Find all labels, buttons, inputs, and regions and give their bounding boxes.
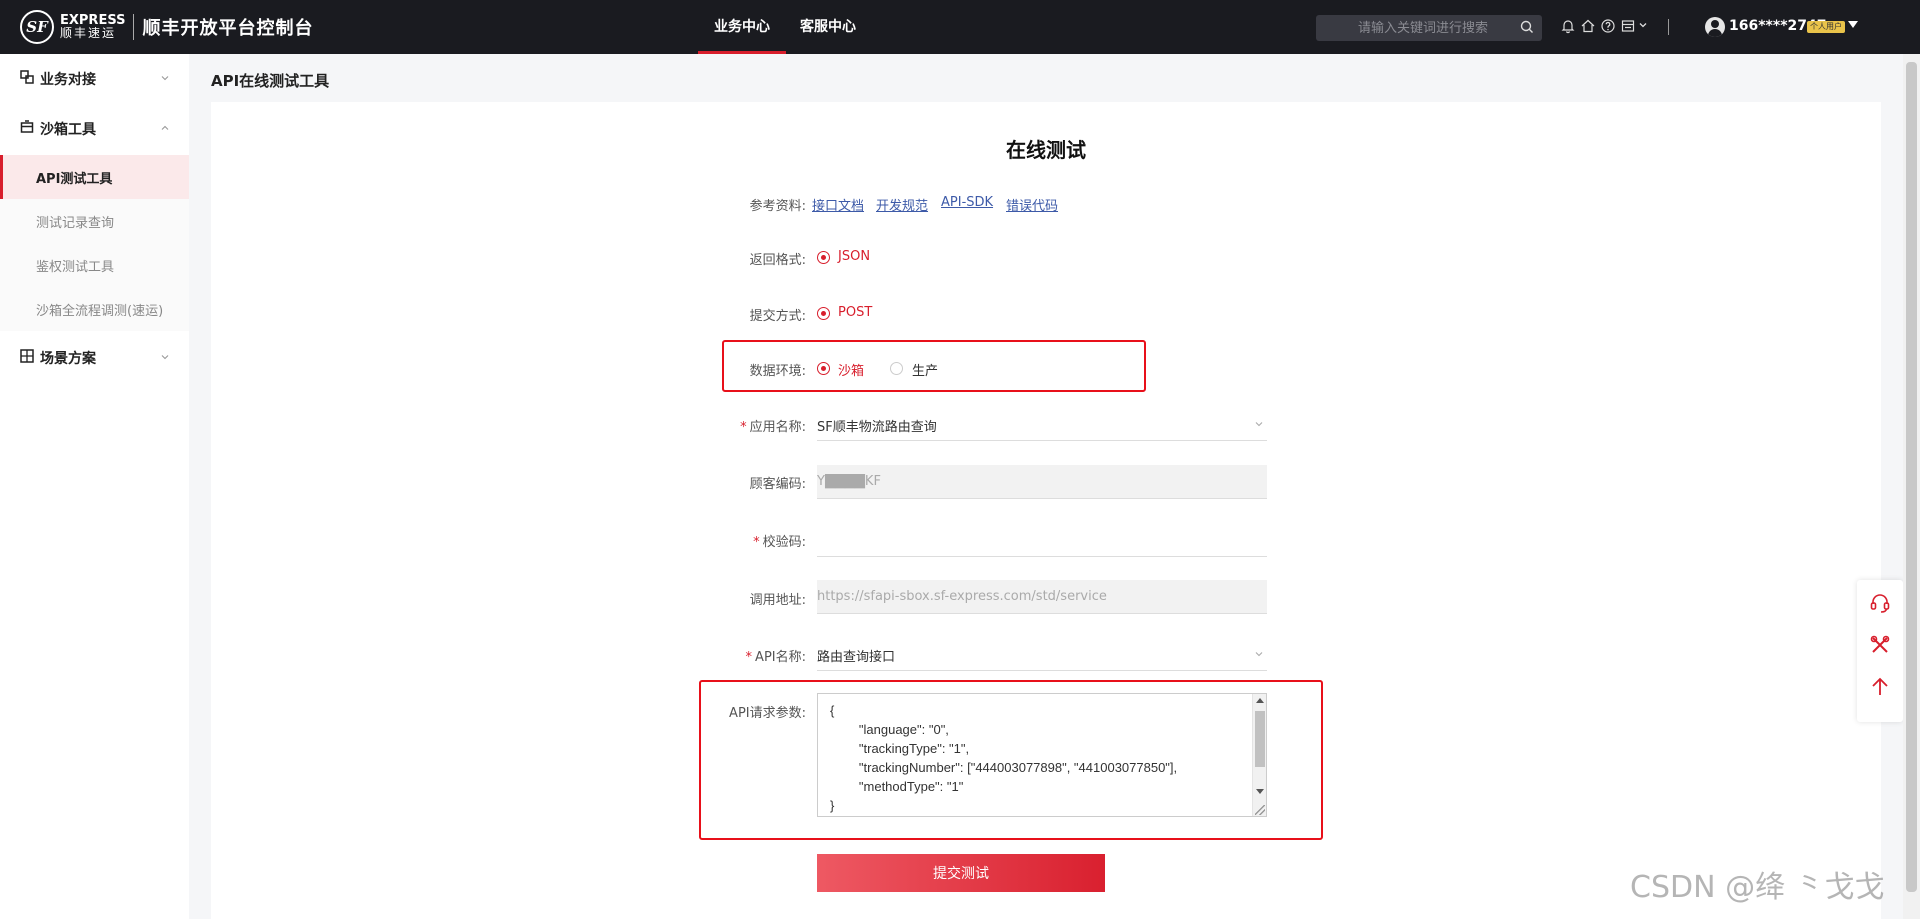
floating-toolbar bbox=[1857, 580, 1903, 722]
textarea-scroll-thumb[interactable] bbox=[1255, 711, 1265, 767]
app-name-label-text: 应用名称: bbox=[749, 420, 806, 435]
puzzle-icon bbox=[20, 349, 34, 363]
scroll-down-arrow-icon[interactable] bbox=[1256, 789, 1264, 794]
sidebar-group-label: 沙箱工具 bbox=[40, 122, 96, 138]
check-word-field[interactable] bbox=[817, 523, 1267, 557]
logo-cn: 顺丰速运 bbox=[60, 26, 117, 40]
radio-json-label: JSON bbox=[838, 249, 871, 264]
sidebar-group-sandbox[interactable]: 沙箱工具 bbox=[0, 104, 189, 154]
api-params-content: { "language": "0", "trackingType": "1", … bbox=[830, 703, 1178, 813]
chevron-down-icon bbox=[161, 355, 169, 360]
sidebar-group-scenarios[interactable]: 场景方案 bbox=[0, 333, 189, 383]
scroll-up-arrow-icon[interactable] bbox=[1256, 698, 1264, 703]
api-params-textarea[interactable]: { "language": "0", "trackingType": "1", … bbox=[817, 693, 1267, 817]
return-format-label: 返回格式: bbox=[749, 253, 806, 268]
radio-production[interactable] bbox=[890, 362, 903, 375]
sidebar-group-label: 业务对接 bbox=[40, 72, 96, 88]
header-divider bbox=[1668, 19, 1669, 35]
sidebar-item-label: 沙箱全流程调测(速运) bbox=[36, 304, 164, 319]
sidebar-item-auth-test[interactable]: 鉴权测试工具 bbox=[0, 243, 189, 287]
radio-sandbox-label: 沙箱 bbox=[838, 364, 865, 379]
sf-logo-mark: SF bbox=[20, 10, 54, 44]
link-api-sdk[interactable]: API-SDK bbox=[941, 195, 993, 210]
chevron-down-icon bbox=[161, 76, 169, 81]
api-name-select[interactable]: 路由查询接口 bbox=[817, 638, 1267, 671]
sidebar-item-api-test-tool[interactable]: API测试工具 bbox=[0, 155, 189, 199]
app-name-select[interactable]: SF顺丰物流路由查询 bbox=[817, 408, 1267, 441]
sidebar-item-test-records[interactable]: 测试记录查询 bbox=[0, 199, 189, 243]
required-mark: * bbox=[740, 420, 747, 435]
chevron-down-icon bbox=[1255, 652, 1263, 657]
search-input[interactable] bbox=[1316, 15, 1516, 41]
user-type-badge: 个人用户 bbox=[1807, 21, 1845, 33]
api-params-label: API请求参数: bbox=[729, 706, 806, 721]
user-menu-caret-icon[interactable] bbox=[1848, 21, 1858, 28]
required-mark: * bbox=[745, 650, 753, 665]
tab-business-center[interactable]: 业务中心 bbox=[698, 0, 786, 54]
sidebar: 业务对接 沙箱工具 API测试工具 测试记录查询 鉴权测试工具 沙箱全流程调测(… bbox=[0, 54, 189, 919]
sidebar-item-label: API测试工具 bbox=[36, 172, 113, 187]
call-url-field[interactable] bbox=[817, 580, 1267, 614]
sidebar-item-label: 鉴权测试工具 bbox=[36, 260, 115, 275]
link-blocks-icon bbox=[20, 70, 34, 84]
home-icon[interactable] bbox=[1580, 18, 1596, 34]
submit-method-label: 提交方式: bbox=[749, 309, 806, 324]
required-mark: * bbox=[753, 535, 760, 550]
logo-divider bbox=[133, 14, 135, 40]
radio-post[interactable] bbox=[817, 307, 830, 320]
watermark: CSDN @绛 ⺀戈戈 bbox=[1630, 870, 1885, 905]
platform-title: 顺丰开放平台控制台 bbox=[142, 18, 314, 39]
header-search bbox=[1316, 15, 1542, 41]
radio-production-label: 生产 bbox=[912, 364, 939, 379]
headset-support-icon[interactable] bbox=[1869, 592, 1891, 614]
sandbox-box-icon bbox=[20, 120, 34, 133]
help-icon[interactable] bbox=[1600, 18, 1616, 34]
references-label: 参考资料: bbox=[749, 199, 806, 214]
tools-icon[interactable] bbox=[1869, 634, 1891, 656]
textarea-scrollbar[interactable] bbox=[1252, 694, 1266, 816]
radio-sandbox[interactable] bbox=[817, 362, 830, 375]
link-error-codes[interactable]: 错误代码 bbox=[1006, 195, 1058, 214]
page-title: API在线测试工具 bbox=[211, 72, 330, 90]
api-name-value: 路由查询接口 bbox=[817, 650, 896, 665]
chevron-down-icon bbox=[1255, 422, 1263, 427]
tab-customer-service[interactable]: 客服中心 bbox=[800, 0, 856, 54]
radio-json[interactable] bbox=[817, 251, 830, 264]
app-name-value: SF顺丰物流路由查询 bbox=[817, 420, 937, 435]
sidebar-group-business[interactable]: 业务对接 bbox=[0, 54, 189, 104]
sf-logo-text: EXPRESS 顺丰速运 bbox=[60, 14, 125, 40]
customer-code-field[interactable] bbox=[817, 465, 1267, 499]
page-scroll-thumb[interactable] bbox=[1906, 62, 1917, 892]
sf-logo[interactable]: SF EXPRESS 顺丰速运 顺丰开放平台控制台 bbox=[20, 9, 313, 45]
back-to-top-arrow-icon[interactable] bbox=[1869, 676, 1891, 698]
app-name-label: * 应用名称: bbox=[686, 416, 806, 435]
sidebar-item-sandbox-full-flow[interactable]: 沙箱全流程调测(速运) bbox=[0, 287, 189, 331]
bell-icon[interactable] bbox=[1560, 18, 1576, 34]
check-word-label: * 校验码: bbox=[686, 531, 806, 550]
chevron-up-icon bbox=[161, 125, 169, 130]
page-scrollbar[interactable] bbox=[1903, 54, 1920, 919]
data-env-label: 数据环境: bbox=[749, 364, 806, 379]
api-name-label-text: API名称: bbox=[755, 650, 806, 665]
form-title: 在线测试 bbox=[1006, 138, 1086, 162]
link-api-docs[interactable]: 接口文档 bbox=[812, 195, 864, 214]
customer-code-label: 顾客编码: bbox=[749, 477, 806, 492]
link-dev-spec[interactable]: 开发规范 bbox=[876, 195, 928, 214]
submit-test-button[interactable]: 提交测试 bbox=[817, 854, 1105, 892]
call-url-label: 调用地址: bbox=[749, 593, 806, 608]
sidebar-group-label: 场景方案 bbox=[40, 351, 96, 367]
top-header: SF EXPRESS 顺丰速运 顺丰开放平台控制台 业务中心 客服中心 请输入关… bbox=[0, 0, 1920, 54]
search-icon[interactable] bbox=[1520, 20, 1534, 34]
sidebar-item-label: 测试记录查询 bbox=[36, 216, 115, 231]
radio-post-label: POST bbox=[838, 305, 873, 320]
avatar[interactable] bbox=[1705, 17, 1725, 37]
check-word-label-text: 校验码: bbox=[762, 535, 806, 550]
language-icon[interactable] bbox=[1620, 18, 1636, 34]
language-chevron-down-icon[interactable] bbox=[1638, 20, 1648, 30]
api-name-label: * API名称: bbox=[686, 646, 806, 665]
resize-grip-icon[interactable] bbox=[1255, 805, 1265, 815]
